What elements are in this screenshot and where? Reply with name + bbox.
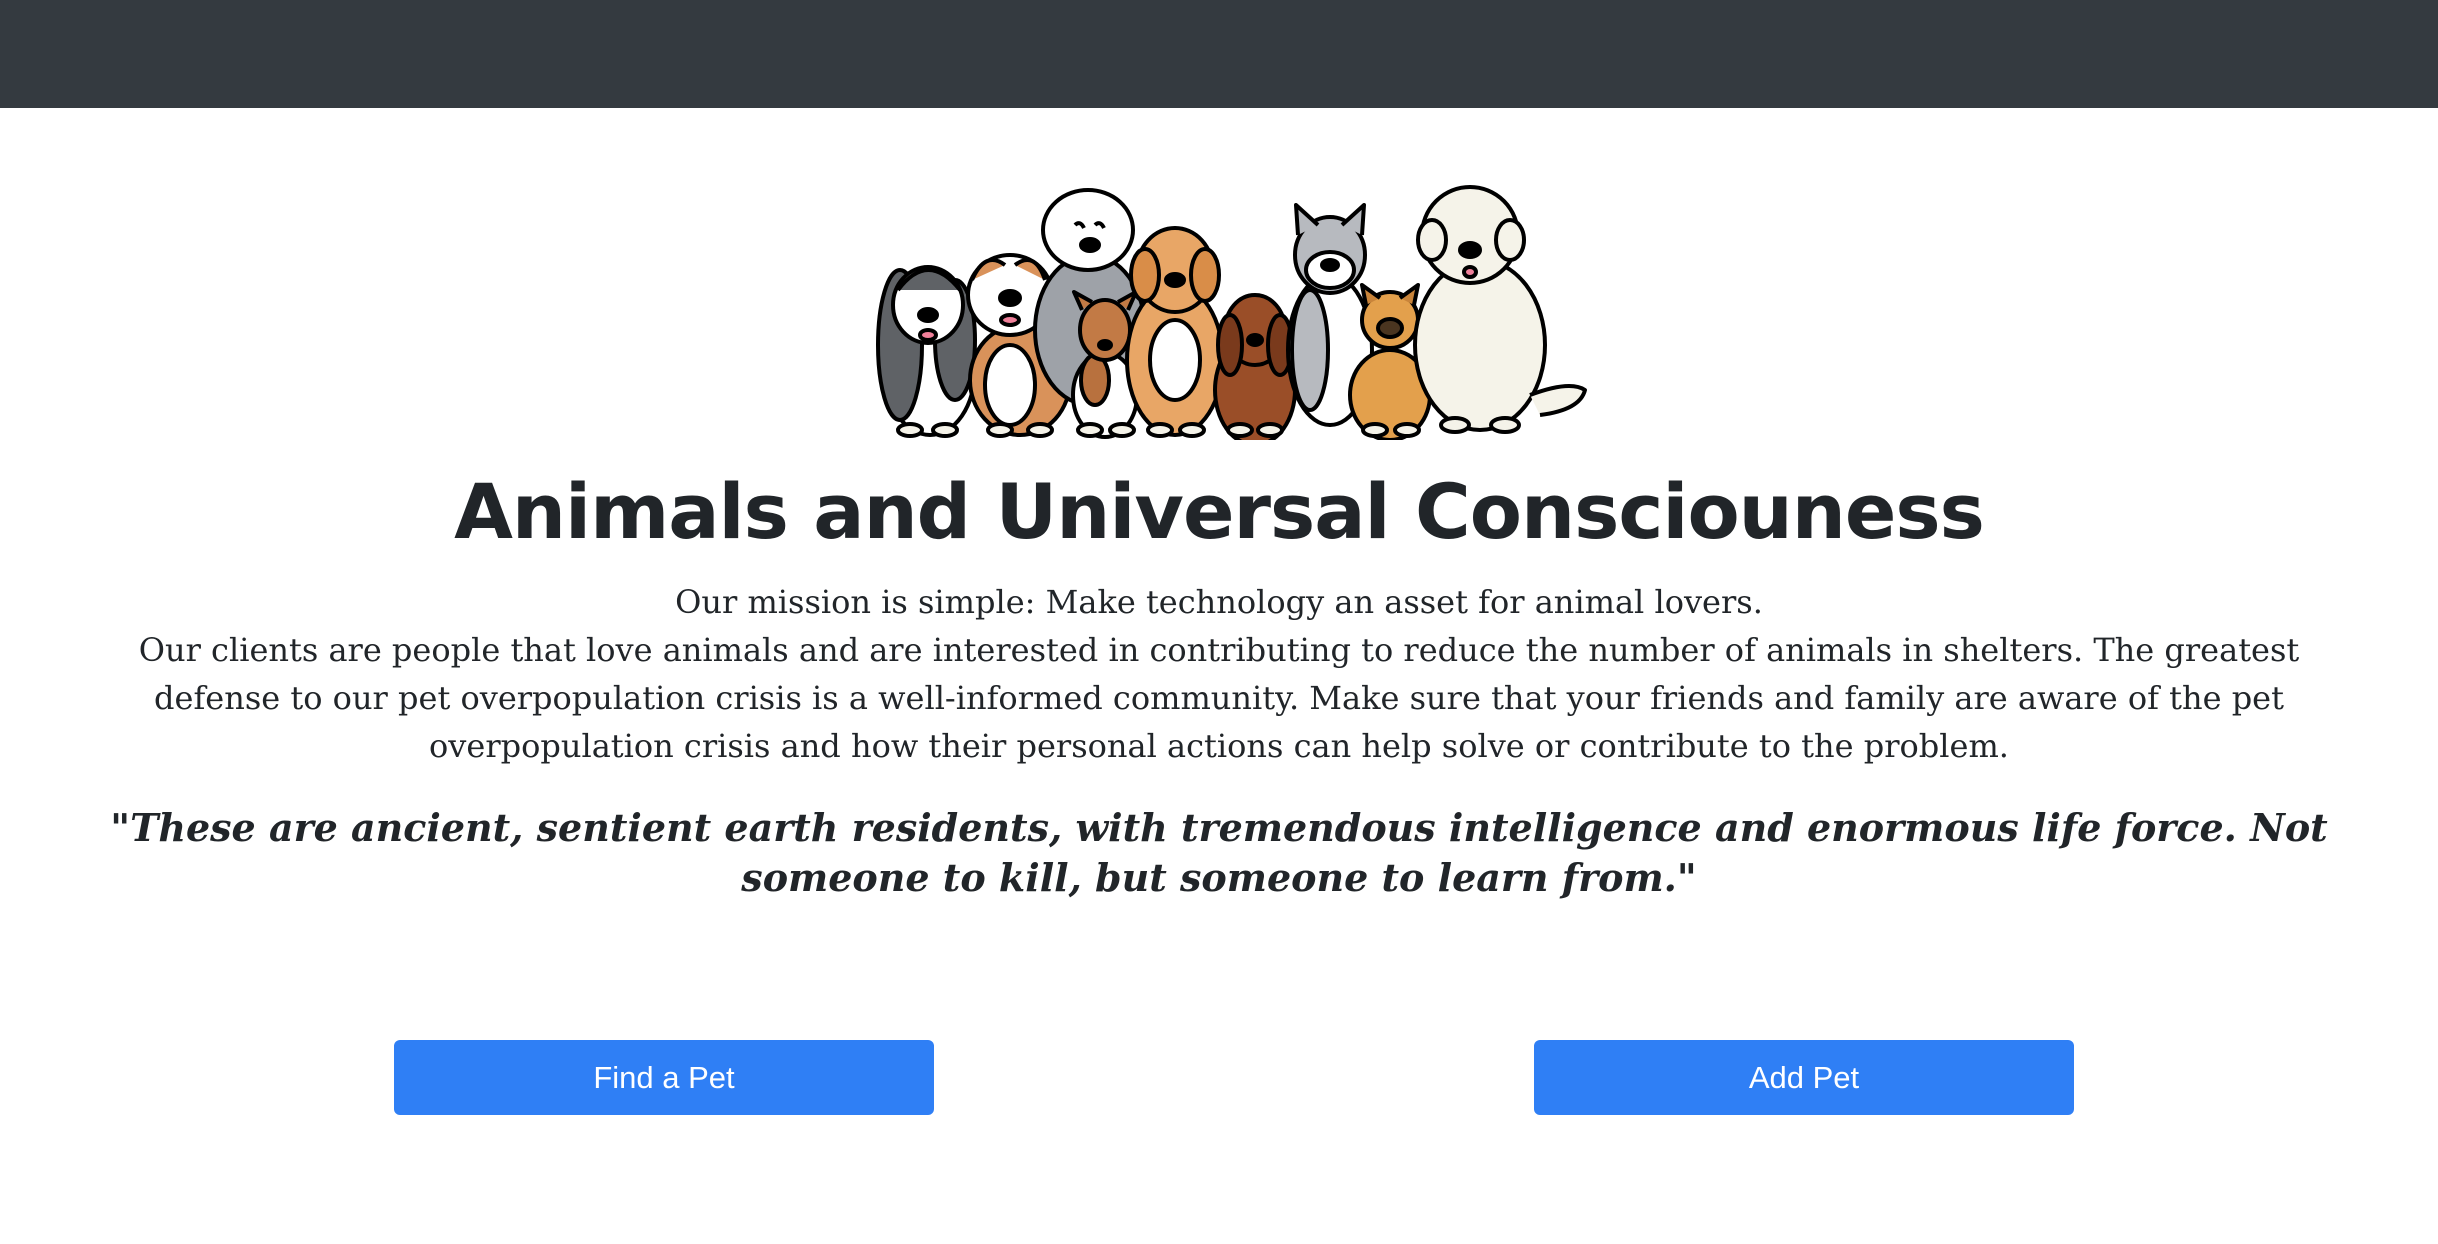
- mission-details: Our clients are people that love animals…: [138, 631, 2300, 765]
- mission-statement: Our mission is simple: Make technology a…: [100, 578, 2338, 770]
- dogs-illustration-icon: [876, 185, 1587, 440]
- top-navbar: [0, 0, 2438, 108]
- featured-quote: "These are ancient, sentient earth resid…: [110, 805, 2328, 900]
- page-title: Animals and Universal Consciouness: [454, 467, 1985, 556]
- find-a-pet-button[interactable]: Find a Pet: [394, 1040, 934, 1115]
- add-pet-button[interactable]: Add Pet: [1534, 1040, 2074, 1115]
- mission-summary: Our mission is simple: Make technology a…: [675, 583, 1763, 621]
